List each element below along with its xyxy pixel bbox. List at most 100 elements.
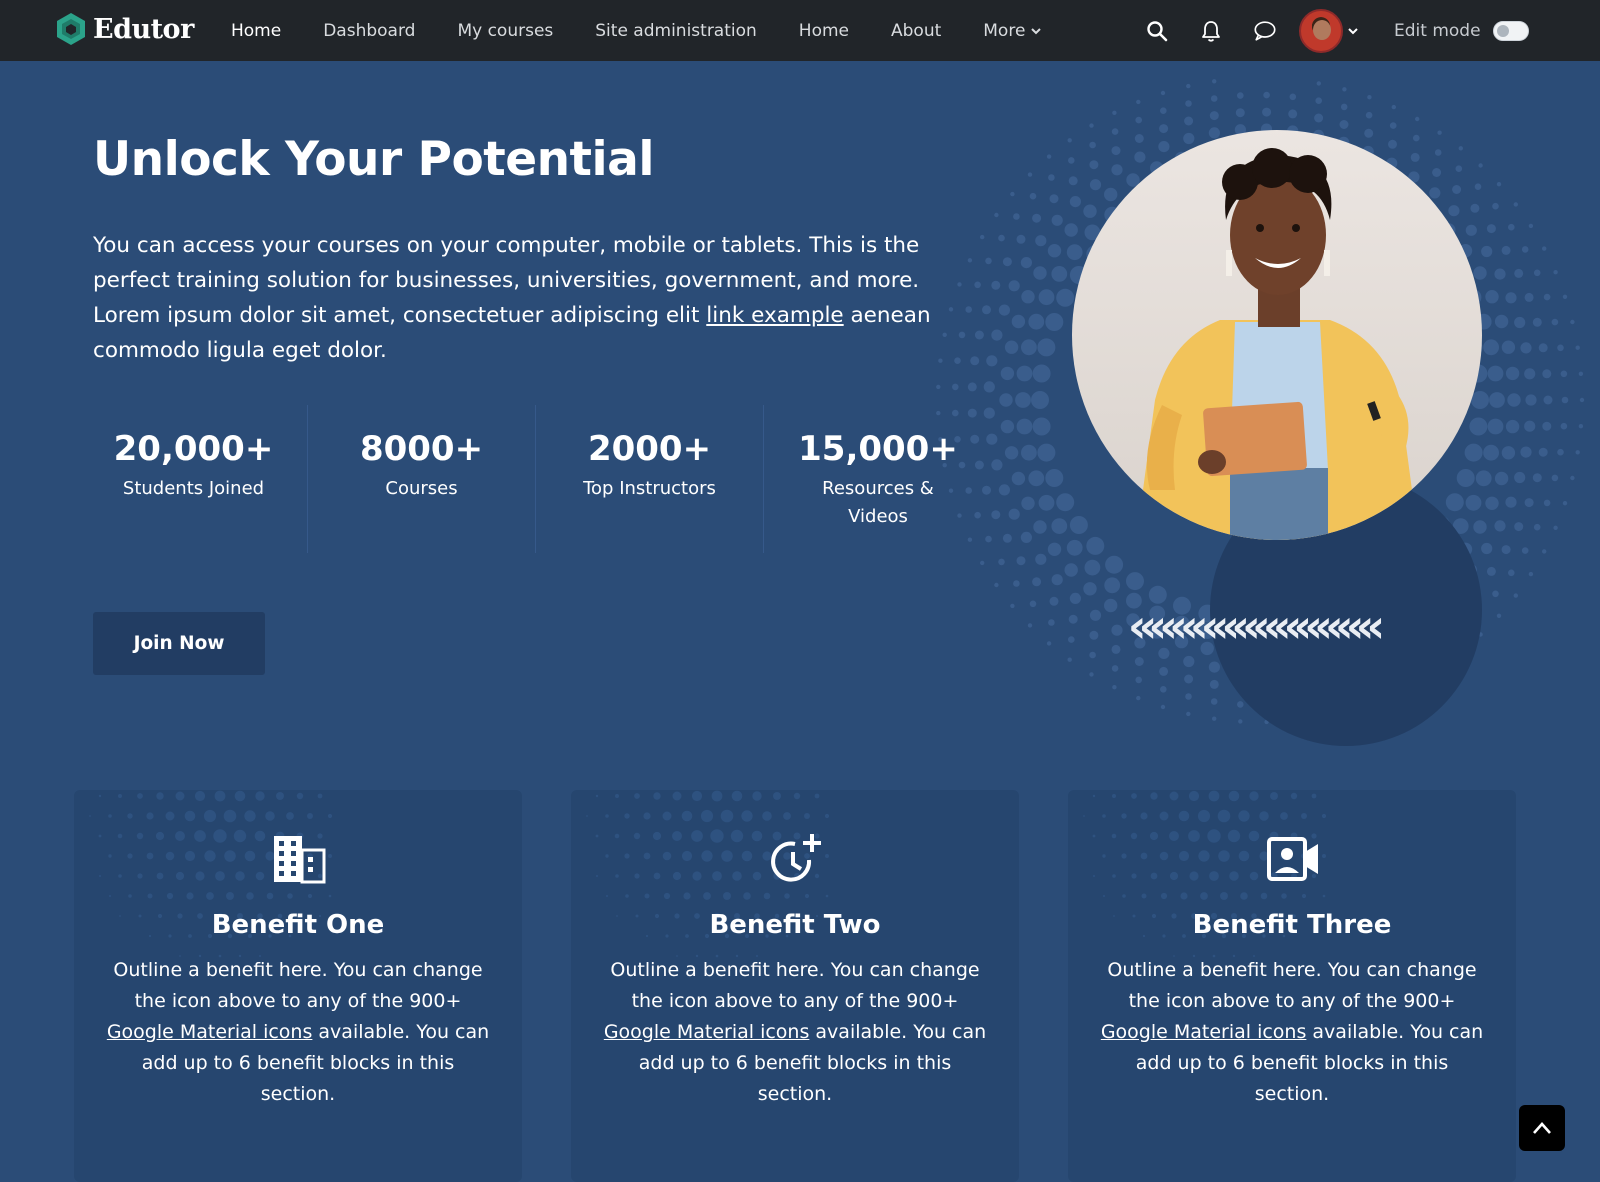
pattern-dot — [741, 810, 753, 822]
pattern-dot — [965, 306, 972, 313]
pattern-dot — [1021, 339, 1037, 356]
pattern-dot — [1520, 446, 1532, 458]
pattern-dot — [974, 281, 981, 289]
pattern-dot — [246, 892, 254, 900]
pattern-dot — [1514, 471, 1526, 484]
pattern-dot — [1029, 192, 1037, 200]
pattern-dot — [1339, 120, 1349, 129]
pattern-dot — [1186, 711, 1191, 717]
pattern-dot — [662, 811, 672, 821]
google-material-icons-link[interactable]: Google Material icons — [604, 1021, 810, 1043]
nav-site-administration[interactable]: Site administration — [574, 0, 778, 61]
pattern-dot — [1015, 392, 1031, 408]
nav-home[interactable]: Home — [210, 0, 302, 61]
pattern-dot — [1159, 124, 1169, 134]
pattern-dot — [1069, 592, 1081, 605]
pattern-dot — [1410, 152, 1420, 162]
edit-mode-toggle[interactable] — [1492, 20, 1529, 41]
pattern-dot — [1217, 809, 1231, 823]
pattern-dot — [1084, 559, 1101, 576]
pattern-dot — [1248, 830, 1260, 842]
pattern-dot — [967, 258, 973, 263]
pattern-dot — [1524, 292, 1534, 302]
chat-icon[interactable] — [1253, 19, 1277, 43]
stat-number: 2000+ — [587, 429, 712, 469]
pattern-dot — [1035, 553, 1047, 565]
user-menu[interactable] — [1299, 8, 1359, 53]
pattern-dot — [223, 809, 237, 823]
pattern-dot — [644, 893, 650, 899]
pattern-dot — [1197, 809, 1211, 823]
pattern-dot — [1513, 202, 1518, 207]
pattern-dot — [624, 813, 630, 819]
pattern-dot — [625, 894, 629, 898]
nav-my-courses[interactable]: My courses — [436, 0, 574, 61]
pattern-dot — [1542, 369, 1552, 379]
nav-dashboard[interactable]: Dashboard — [302, 0, 436, 61]
pattern-dot — [287, 893, 293, 899]
pattern-dot — [974, 330, 984, 340]
pattern-dot — [1322, 854, 1326, 858]
clock-plus-icon — [771, 834, 821, 882]
pattern-dot — [1112, 110, 1117, 115]
pattern-dot — [1238, 810, 1250, 822]
pattern-dot — [1056, 493, 1075, 512]
pattern-dot — [1229, 871, 1239, 881]
primary-nav: Home Dashboard My courses Site administr… — [210, 0, 1063, 61]
pattern-dot — [1089, 179, 1102, 191]
pattern-dot — [108, 854, 112, 858]
benefit-description: Outline a benefit here. You can change t… — [601, 955, 989, 1110]
back-to-top-button[interactable] — [1519, 1105, 1565, 1151]
pattern-dot — [980, 234, 985, 240]
pattern-dot — [614, 833, 620, 839]
pattern-dot — [1111, 644, 1121, 654]
pattern-dot — [773, 792, 781, 800]
pattern-dot — [127, 813, 133, 819]
pattern-dot — [1000, 366, 1015, 381]
google-material-icons-link[interactable]: Google Material icons — [1101, 1021, 1307, 1043]
pattern-dot — [1501, 545, 1511, 555]
pattern-dot — [1016, 418, 1033, 435]
hero-link-example[interactable]: link example — [706, 303, 843, 328]
pattern-dot — [595, 834, 599, 838]
pattern-dot — [1159, 811, 1169, 821]
pattern-dot — [137, 873, 143, 879]
pattern-dot — [1121, 853, 1127, 859]
building-icon — [274, 836, 326, 884]
pattern-dot — [824, 813, 830, 819]
pattern-dot — [1557, 344, 1564, 352]
pattern-dot — [117, 833, 123, 839]
pattern-dot — [1315, 97, 1322, 104]
pattern-dot — [1159, 851, 1169, 861]
pattern-dot — [1111, 833, 1117, 839]
hero-decoration: «««««««««««« — [936, 79, 1585, 746]
pattern-dot — [1521, 547, 1529, 554]
pattern-dot — [1520, 342, 1532, 354]
benefit-text-part-1: Outline a benefit here. You can change t… — [610, 959, 980, 1012]
pattern-dot — [286, 812, 294, 820]
pattern-dot — [1281, 893, 1287, 899]
pattern-dot — [986, 355, 998, 367]
google-material-icons-link[interactable]: Google Material icons — [107, 1021, 313, 1043]
pattern-dot — [763, 892, 771, 900]
bell-icon[interactable] — [1199, 19, 1223, 43]
pattern-dot — [1486, 224, 1496, 234]
pattern-dot — [1047, 542, 1062, 556]
pattern-dot — [605, 814, 609, 818]
nav-about[interactable]: About — [870, 0, 962, 61]
pattern-dot — [1391, 104, 1396, 110]
search-icon[interactable] — [1145, 19, 1169, 43]
pattern-dot — [1011, 471, 1026, 486]
pattern-dot — [634, 793, 640, 799]
pattern-dot — [1160, 686, 1167, 693]
pattern-dot — [166, 892, 174, 900]
pattern-dot — [1104, 598, 1118, 613]
pattern-dot — [128, 894, 132, 898]
pattern-dot — [1542, 246, 1547, 251]
brand[interactable]: Edutor — [55, 12, 194, 46]
pattern-dot — [784, 893, 790, 899]
join-now-button[interactable]: Join Now — [93, 612, 265, 675]
pattern-dot — [983, 381, 995, 393]
nav-home-secondary[interactable]: Home — [778, 0, 870, 61]
nav-more[interactable]: More — [962, 0, 1063, 61]
